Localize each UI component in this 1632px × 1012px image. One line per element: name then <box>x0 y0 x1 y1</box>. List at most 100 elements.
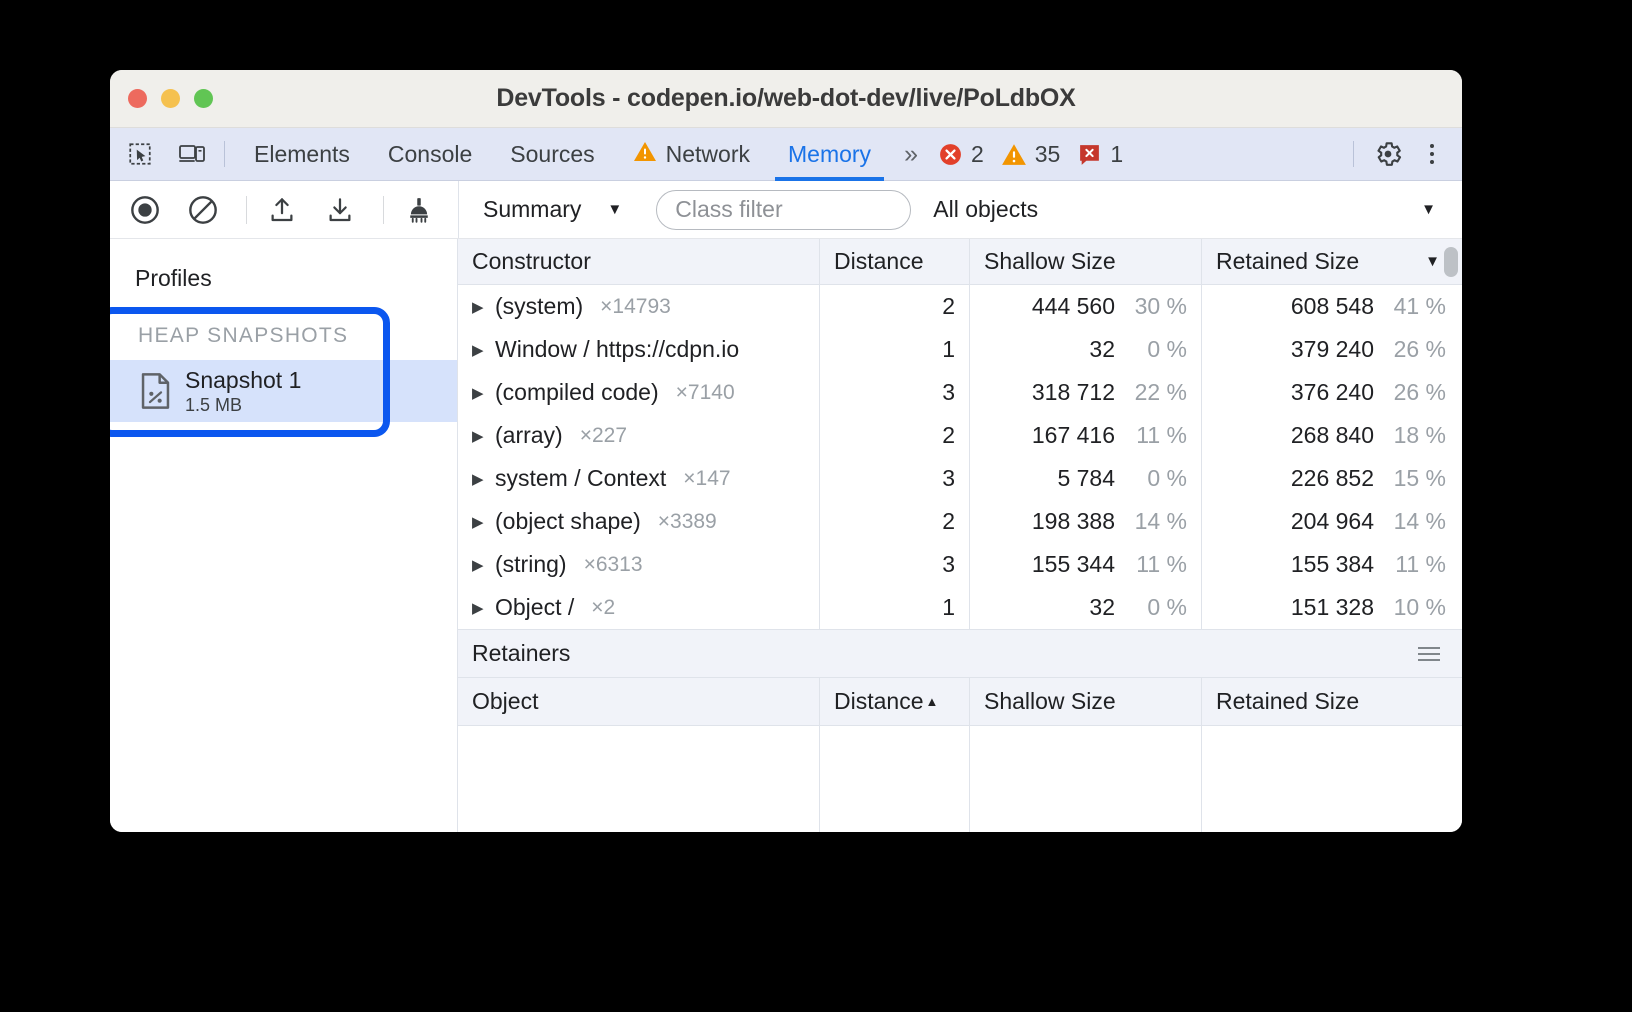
column-header-distance[interactable]: Distance ▲ <box>820 678 970 725</box>
tab-sources[interactable]: Sources <box>491 128 613 181</box>
table-row[interactable]: ▶ (system) ×14793 2 444 56030 % 608 5484… <box>458 285 1462 328</box>
shallow-size-percent: 11 % <box>1125 422 1187 449</box>
column-header-constructor[interactable]: Constructor <box>458 239 820 284</box>
constructor-name: Window / https://cdpn.io <box>495 336 739 363</box>
column-header-object[interactable]: Object <box>458 678 820 725</box>
issue-icon <box>1077 142 1102 167</box>
clear-all-profiles-icon[interactable] <box>180 187 226 233</box>
error-badge[interactable]: 2 <box>933 141 989 168</box>
row-distance: 3 <box>820 543 970 586</box>
table-row[interactable]: ▶ (compiled code) ×7140 3 318 71222 % 37… <box>458 371 1462 414</box>
tab-elements[interactable]: Elements <box>235 128 369 181</box>
instance-count: ×14793 <box>600 295 671 319</box>
load-profile-icon[interactable] <box>259 187 305 233</box>
row-constructor: ▶ Window / https://cdpn.io <box>458 328 820 371</box>
expand-triangle-icon[interactable]: ▶ <box>472 384 484 402</box>
summary-controls: Summary ▼ All objects ▼ <box>458 181 1462 238</box>
view-mode-label: Summary <box>483 196 581 223</box>
row-distance: 2 <box>820 285 970 328</box>
tab-memory[interactable]: Memory <box>769 128 890 181</box>
warning-badge[interactable]: 35 <box>996 141 1066 168</box>
expand-triangle-icon[interactable]: ▶ <box>472 427 484 445</box>
row-distance: 3 <box>820 371 970 414</box>
toolbar-divider <box>1353 141 1354 167</box>
expand-triangle-icon[interactable]: ▶ <box>472 556 484 574</box>
record-heap-snapshot-icon[interactable] <box>122 187 168 233</box>
retained-size-percent: 10 % <box>1384 594 1446 621</box>
row-shallow-size: 198 38814 % <box>970 500 1202 543</box>
row-constructor: ▶ system / Context ×147 <box>458 457 820 500</box>
constructors-grid-header: Constructor Distance Shallow Size Retain… <box>458 239 1462 285</box>
toolbar-divider <box>246 196 247 224</box>
constructor-name: (object shape) <box>495 508 641 535</box>
class-filter-input[interactable] <box>656 190 911 230</box>
expand-triangle-icon[interactable]: ▶ <box>472 298 484 316</box>
column-header-shallow-size[interactable]: Shallow Size <box>970 239 1202 284</box>
row-shallow-size: 320 % <box>970 328 1202 371</box>
retained-size-percent: 14 % <box>1384 508 1446 535</box>
expand-triangle-icon[interactable]: ▶ <box>472 470 484 488</box>
row-distance: 3 <box>820 457 970 500</box>
table-row[interactable]: ▶ (array) ×227 2 167 41611 % 268 84018 % <box>458 414 1462 457</box>
tabbar-right-controls <box>1343 132 1462 176</box>
snapshot-list-item[interactable]: Snapshot 1 1.5 MB <box>110 360 457 422</box>
devtools-tab-bar: Elements Console Sources Network Memory … <box>110 128 1462 181</box>
shallow-size-percent: 22 % <box>1125 379 1187 406</box>
device-toolbar-icon[interactable] <box>170 132 214 176</box>
tab-console[interactable]: Console <box>369 128 491 181</box>
tab-network[interactable]: Network <box>614 128 769 181</box>
shallow-size-value: 155 344 <box>1032 551 1115 578</box>
expand-triangle-icon[interactable]: ▶ <box>472 599 484 617</box>
panel-body: Profiles HEAP SNAPSHOTS Snaps <box>110 239 1462 832</box>
snapshot-size: 1.5 MB <box>185 395 301 416</box>
table-row[interactable]: ▶ system / Context ×147 3 5 7840 % 226 8… <box>458 457 1462 500</box>
row-distance: 2 <box>820 500 970 543</box>
retained-size-percent: 11 % <box>1384 551 1446 578</box>
retained-size-value: 155 384 <box>1291 551 1374 578</box>
snapshot-view: Constructor Distance Shallow Size Retain… <box>458 239 1462 832</box>
retainers-empty-retained-column <box>1202 726 1462 832</box>
toolbar-divider <box>383 196 384 224</box>
constructor-name: (string) <box>495 551 567 578</box>
sort-ascending-icon: ▲ <box>925 694 938 709</box>
retained-size-value: 376 240 <box>1291 379 1374 406</box>
constructor-name: system / Context <box>495 465 666 492</box>
heap-snapshots-group: HEAP SNAPSHOTS Snapshot 1 1.5 MB <box>110 318 457 422</box>
collect-garbage-icon[interactable] <box>396 187 442 233</box>
more-options-icon[interactable] <box>1412 132 1452 176</box>
row-shallow-size: 155 34411 % <box>970 543 1202 586</box>
gear-icon[interactable] <box>1366 132 1410 176</box>
constructor-name: (compiled code) <box>495 379 659 406</box>
column-header-retained-size[interactable]: Retained Size <box>1202 678 1462 725</box>
row-distance: 2 <box>820 414 970 457</box>
issue-badge[interactable]: 1 <box>1072 141 1128 168</box>
expand-triangle-icon[interactable]: ▶ <box>472 513 484 531</box>
expand-triangle-icon[interactable]: ▶ <box>472 341 484 359</box>
profiles-sidebar: Profiles HEAP SNAPSHOTS Snaps <box>110 239 458 832</box>
warning-icon <box>633 140 657 168</box>
shallow-size-percent: 14 % <box>1125 508 1187 535</box>
table-row[interactable]: ▶ (string) ×6313 3 155 34411 % 155 38411… <box>458 543 1462 586</box>
column-header-shallow-size[interactable]: Shallow Size <box>970 678 1202 725</box>
vertical-scrollbar-thumb[interactable] <box>1444 247 1458 277</box>
objects-filter-select[interactable]: All objects ▼ <box>933 196 1462 223</box>
more-tabs-icon[interactable]: » <box>890 140 929 169</box>
table-row[interactable]: ▶ (object shape) ×3389 2 198 38814 % 204… <box>458 500 1462 543</box>
retainers-empty-shallow-column <box>970 726 1202 832</box>
column-header-retained-size[interactable]: Retained Size ▼ <box>1202 239 1462 284</box>
save-profile-icon[interactable] <box>317 187 363 233</box>
column-header-distance[interactable]: Distance <box>820 239 970 284</box>
inspect-element-icon[interactable] <box>118 132 162 176</box>
view-mode-select[interactable]: Summary ▼ <box>475 196 630 223</box>
retainers-menu-icon[interactable] <box>1418 647 1440 661</box>
table-row[interactable]: ▶ Object / ×2 1 320 % 151 32810 % <box>458 586 1462 629</box>
row-shallow-size: 320 % <box>970 586 1202 629</box>
retained-size-percent: 18 % <box>1384 422 1446 449</box>
row-constructor: ▶ (array) ×227 <box>458 414 820 457</box>
shallow-size-percent: 30 % <box>1125 293 1187 320</box>
snapshot-name: Snapshot 1 <box>185 367 301 394</box>
tab-label: Console <box>388 141 472 168</box>
shallow-size-value: 318 712 <box>1032 379 1115 406</box>
table-row[interactable]: ▶ Window / https://cdpn.io 1 320 % 379 2… <box>458 328 1462 371</box>
row-shallow-size: 5 7840 % <box>970 457 1202 500</box>
